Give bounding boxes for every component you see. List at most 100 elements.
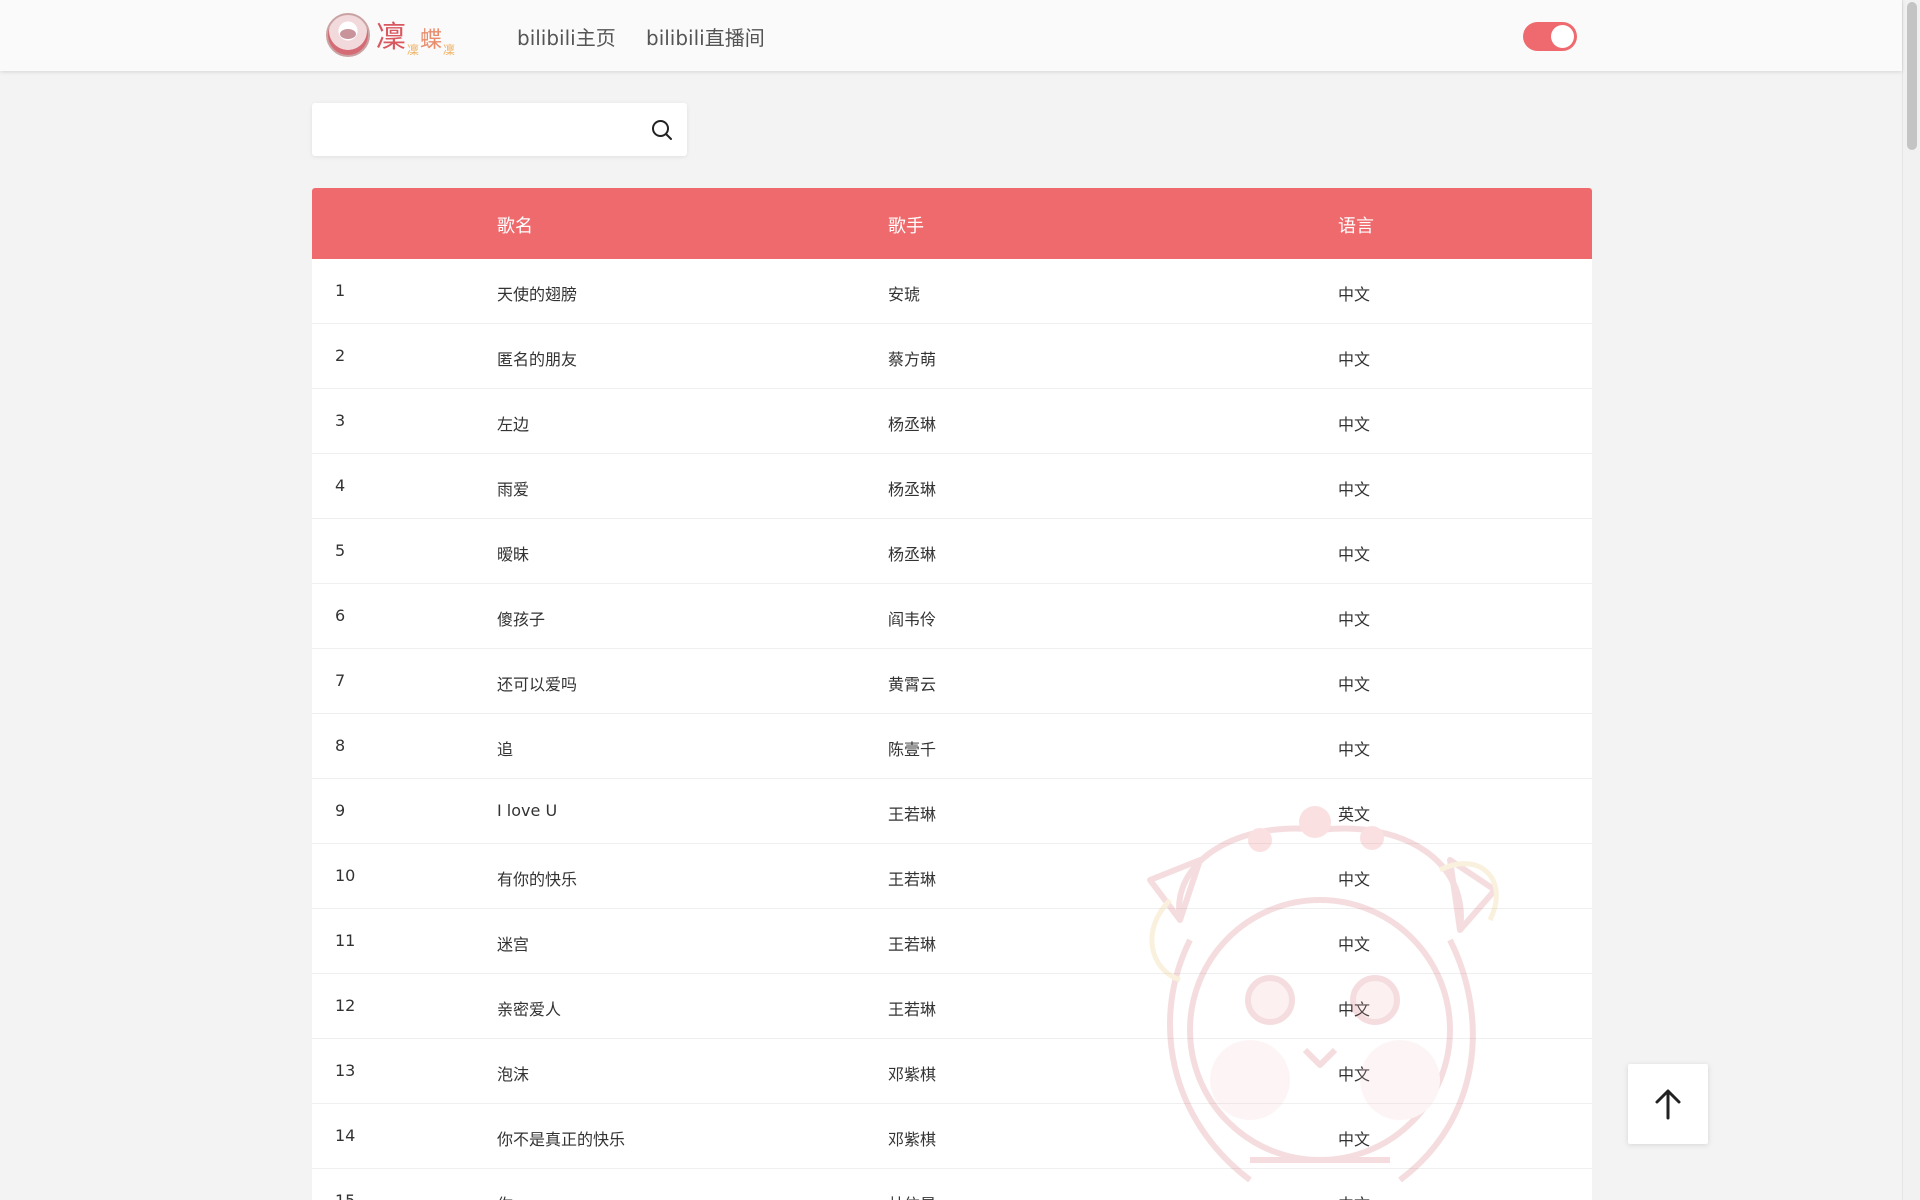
row-language: 中文 [1338, 1065, 1371, 1084]
row-language: 中文 [1338, 1130, 1371, 1149]
row-song-name: 你 [497, 1191, 513, 1200]
table-row[interactable]: 13 泡沫 邓紫棋 中文 [312, 1039, 1592, 1104]
row-number: 11 [335, 931, 356, 950]
row-number: 8 [335, 736, 346, 755]
row-song-name: 雨爱 [497, 480, 530, 499]
row-language: 中文 [1338, 415, 1371, 434]
table-row[interactable]: 2 匿名的朋友 蔡方萌 中文 [312, 324, 1592, 389]
logo-avatar [326, 13, 370, 57]
logo-char-small-1: 凜 [407, 43, 421, 57]
row-song-name: 有你的快乐 [497, 870, 578, 889]
row-number: 5 [335, 541, 346, 560]
row-number: 12 [335, 996, 356, 1015]
header-song-name[interactable]: 歌名 [497, 212, 533, 238]
search-icon[interactable] [649, 117, 675, 143]
row-song-name: 泡沫 [497, 1065, 530, 1084]
theme-toggle-switch[interactable] [1523, 22, 1577, 51]
logo-wordmark: 凜凜蝶凜 [376, 12, 456, 58]
arrow-up-icon [1655, 1089, 1681, 1120]
logo-char-small-2: 凜 [443, 43, 457, 57]
site-logo[interactable]: 凜凜蝶凜 [326, 12, 476, 58]
toggle-knob [1551, 25, 1574, 48]
row-song-name: 暧昧 [497, 545, 530, 564]
row-language: 中文 [1338, 935, 1371, 954]
row-song-name: 亲密爱人 [497, 1000, 562, 1019]
row-singer: 王若琳 [888, 1000, 937, 1019]
table-row[interactable]: 7 还可以爱吗 黄霄云 中文 [312, 649, 1592, 714]
row-song-name: 还可以爱吗 [497, 675, 578, 694]
row-singer: 杨丞琳 [888, 545, 937, 564]
row-language: 中文 [1338, 1000, 1371, 1019]
row-singer: 安琥 [888, 285, 921, 304]
row-language: 中文 [1338, 1191, 1370, 1200]
row-singer: 阎韦伶 [888, 610, 937, 629]
table-row[interactable]: 8 追 陈壹千 中文 [312, 714, 1592, 779]
table-row[interactable]: 14 你不是真正的快乐 邓紫棋 中文 [312, 1104, 1592, 1169]
table-row[interactable]: 3 左边 杨丞琳 中文 [312, 389, 1592, 454]
table-row[interactable]: 11 迷宫 王若琳 中文 [312, 909, 1592, 974]
row-language: 中文 [1338, 675, 1371, 694]
table-row[interactable]: 10 有你的快乐 王若琳 中文 [312, 844, 1592, 909]
row-singer: 王若琳 [888, 870, 937, 889]
page-scrollbar[interactable] [1902, 0, 1920, 1200]
scrollbar-thumb[interactable] [1907, 2, 1917, 150]
row-number: 9 [335, 801, 346, 820]
search-box [312, 103, 687, 156]
row-number: 2 [335, 346, 346, 365]
nav-link-bilibili-live[interactable]: bilibili直播间 [646, 22, 765, 51]
row-singer: 杨丞琳 [888, 415, 937, 434]
row-language: 中文 [1338, 545, 1371, 564]
row-language: 英文 [1338, 805, 1371, 824]
row-singer: 王若琳 [888, 935, 937, 954]
row-language: 中文 [1338, 870, 1371, 889]
row-number: 15 [335, 1191, 355, 1200]
row-number: 14 [335, 1126, 356, 1145]
row-number: 10 [335, 866, 356, 885]
table-row[interactable]: 9 I love U 王若琳 英文 [312, 779, 1592, 844]
top-navbar: 凜凜蝶凜 bilibili主页 bilibili直播间 [0, 0, 1902, 71]
table-row[interactable]: 5 暧昧 杨丞琳 中文 [312, 519, 1592, 584]
row-language: 中文 [1338, 740, 1371, 759]
table-row[interactable]: 6 傻孩子 阎韦伶 中文 [312, 584, 1592, 649]
song-table: 歌名 歌手 语言 1 天使的翅膀 安琥 中文 2 匿名的朋友 蔡方萌 中文 3 左边 杨丞琳 中文 4 雨… [312, 188, 1592, 1200]
row-singer: 王若琳 [888, 805, 937, 824]
logo-char-second: 蝶 [420, 28, 444, 53]
row-language: 中文 [1338, 285, 1371, 304]
table-body: 1 天使的翅膀 安琥 中文 2 匿名的朋友 蔡方萌 中文 3 左边 杨丞琳 中文 4 雨爱 杨丞琳 中文 5 暧昧… [312, 259, 1592, 1200]
row-language: 中文 [1338, 350, 1371, 369]
header-singer[interactable]: 歌手 [888, 212, 924, 238]
table-row[interactable]: 4 雨爱 杨丞琳 中文 [312, 454, 1592, 519]
table-row[interactable]: 12 亲密爱人 王若琳 中文 [312, 974, 1592, 1039]
row-song-name: 匿名的朋友 [497, 350, 578, 369]
search-input[interactable] [324, 111, 634, 148]
table-header: 歌名 歌手 语言 [312, 188, 1592, 259]
row-singer: 杨丞琳 [888, 480, 937, 499]
row-song-name: 迷宫 [497, 935, 530, 954]
row-song-name: 你不是真正的快乐 [497, 1130, 626, 1149]
row-song-name: 左边 [497, 415, 530, 434]
row-number: 3 [335, 411, 346, 430]
row-song-name: 追 [497, 740, 514, 759]
back-to-top-button[interactable] [1628, 1064, 1708, 1144]
row-singer: 邓紫棋 [888, 1065, 937, 1084]
row-song-name: 傻孩子 [497, 610, 546, 629]
row-number: 4 [335, 476, 346, 495]
nav-link-bilibili-home[interactable]: bilibili主页 [517, 22, 616, 51]
logo-char-main: 凜 [376, 20, 407, 55]
header-language[interactable]: 语言 [1338, 212, 1374, 238]
row-singer: 陈壹千 [888, 740, 937, 759]
row-number: 13 [335, 1061, 356, 1080]
row-singer: 林依晨 [888, 1191, 936, 1200]
row-singer: 蔡方萌 [888, 350, 937, 369]
row-song-name: 天使的翅膀 [497, 285, 578, 304]
row-singer: 黄霄云 [888, 675, 937, 694]
row-song-name: I love U [497, 801, 558, 820]
table-row[interactable]: 1 天使的翅膀 安琥 中文 [312, 259, 1592, 324]
row-language: 中文 [1338, 480, 1371, 499]
row-number: 7 [335, 671, 346, 690]
table-row[interactable]: 15 你 林依晨 中文 [312, 1169, 1592, 1200]
row-language: 中文 [1338, 610, 1371, 629]
row-singer: 邓紫棋 [888, 1130, 937, 1149]
row-number: 1 [335, 281, 346, 300]
row-number: 6 [335, 606, 346, 625]
